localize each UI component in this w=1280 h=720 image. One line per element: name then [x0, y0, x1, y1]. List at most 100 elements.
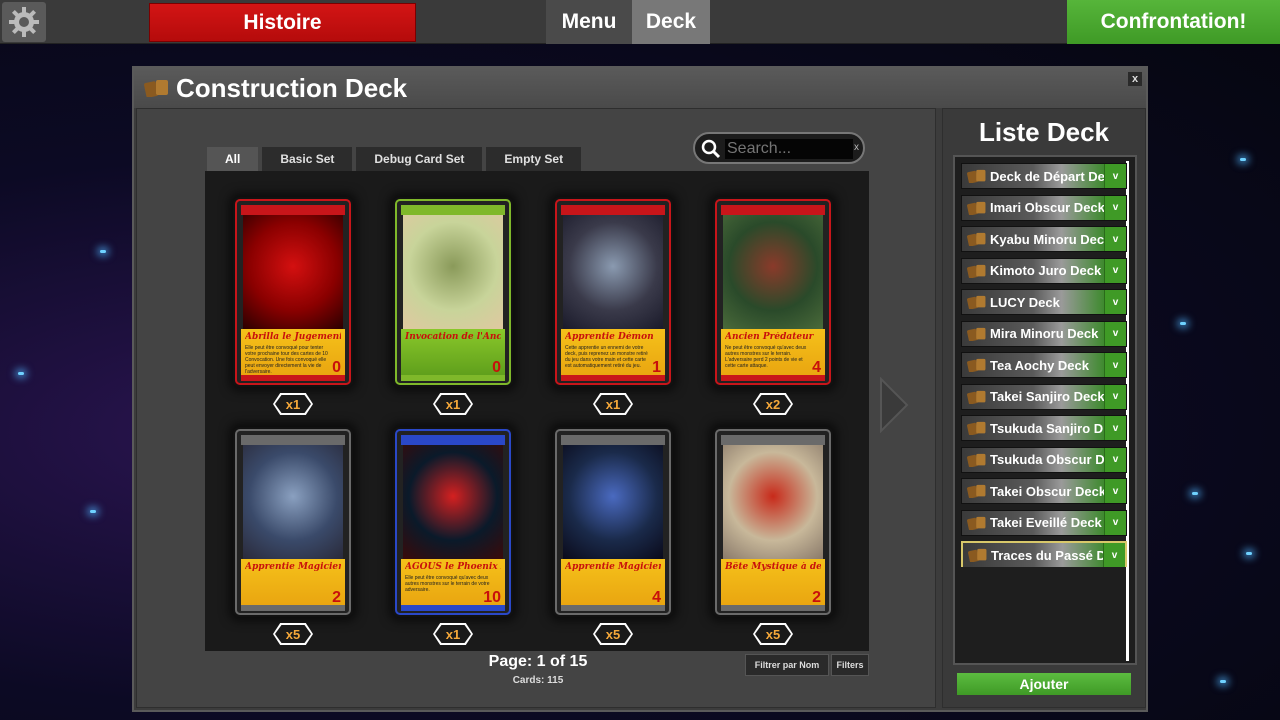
deck-list-item[interactable]: Tsukuda Obscur Dv [961, 446, 1127, 473]
card-art [563, 215, 663, 329]
deck-expand-button[interactable]: v [1104, 321, 1126, 346]
deck-list-item[interactable]: Kimoto Juro Deck v [961, 257, 1127, 284]
deck-list-item[interactable]: Takei Sanjiro Deck v [961, 383, 1127, 410]
card-art [243, 215, 343, 329]
deck-cards-icon [967, 484, 986, 498]
tab-basic-set[interactable]: Basic Set [262, 147, 353, 171]
deck-expand-button[interactable]: v [1104, 258, 1126, 283]
deck-name-text: Takei Sanjiro Deck [990, 389, 1104, 404]
deck-expand-button[interactable]: v [1103, 543, 1125, 567]
deck-name: Tsukuda Sanjiro D [962, 416, 1104, 440]
deck-list-title: Liste Deck [978, 117, 1110, 147]
deck-expand-button[interactable]: v [1104, 290, 1126, 314]
card-grid: Abrilla le Jugement Divin Elle peut être … [205, 171, 869, 651]
card-quantity-badge: x5 [753, 623, 793, 645]
close-button[interactable]: x [1128, 72, 1142, 86]
deck-list-item[interactable]: Mira Minoru Deck v [961, 320, 1127, 347]
card-quantity-label: x5 [275, 625, 311, 643]
deck-list-item[interactable]: Kyabu Minoru Deck v [961, 226, 1127, 252]
card[interactable]: Invocation de l'Ancien0 [393, 197, 513, 387]
card-quantity-badge: x1 [433, 623, 473, 645]
deck-name: Kyabu Minoru Deck [962, 227, 1104, 251]
card-quantity-label: x5 [755, 625, 791, 643]
deck-list: Deck de Départ Dev v Imari Obscur Deck v Kya… [953, 155, 1137, 665]
card[interactable]: Apprentie Magicien 2 [233, 427, 353, 617]
ajouter-button[interactable]: Ajouter [957, 673, 1131, 695]
deck-expand-button[interactable]: v [1104, 384, 1126, 409]
tab-empty-set[interactable]: Empty Set [486, 147, 582, 171]
deck-list-item[interactable]: LUCY Deck v [961, 289, 1127, 315]
deck-name-text: Takei Obscur Deck [990, 483, 1104, 499]
deck-name-text: Traces du Passé D [991, 547, 1105, 563]
filters-button[interactable]: Filters [831, 654, 869, 676]
card[interactable]: AGOUS le Phoenix Lumineux Elle peut être … [393, 427, 513, 617]
card-name: Bête Mystique à deux têtes [725, 562, 821, 572]
deck-name: Mira Minoru Deck [962, 321, 1104, 346]
deck-list-item[interactable]: Traces du Passé Dv [961, 541, 1127, 567]
card-frame: Bête Mystique à deux têtes2 [715, 429, 831, 615]
deck-list-item[interactable]: Tsukuda Sanjiro Dv [961, 415, 1127, 441]
deck-expand-button[interactable]: v [1104, 447, 1126, 472]
deck-list-item[interactable]: Takei Obscur Deck v [961, 478, 1127, 504]
deck-button[interactable]: Deck [632, 0, 710, 44]
gear-icon [9, 7, 39, 37]
card-frame: Apprentie Magicien 24 [555, 429, 671, 615]
card-description: Elle peut être convoqué qu'avec deux aut… [405, 575, 490, 593]
deck-name-text: Imari Obscur Deck [990, 200, 1104, 215]
card[interactable]: Apprentie Démon Cette apprentie un ennemi… [553, 197, 673, 387]
settings-button[interactable] [2, 2, 46, 42]
deck-list-item[interactable]: Imari Obscur Deck v [961, 194, 1127, 221]
card-frame: Abrilla le Jugement Divin Elle peut être … [235, 199, 351, 385]
histoire-button[interactable]: Histoire [149, 3, 416, 42]
deck-name-text: Takei Eveillé Deck [990, 515, 1102, 530]
deck-name: LUCY Deck [962, 290, 1104, 314]
card-quantity-badge: x1 [433, 393, 473, 415]
card[interactable]: Ancien Prédateur Ne peut être convoqué qu… [713, 197, 833, 387]
card-art [243, 445, 343, 559]
tab-all[interactable]: All [207, 147, 259, 171]
tab-debug-card-set[interactable]: Debug Card Set [356, 147, 483, 171]
search-clear-button[interactable]: x [854, 142, 859, 153]
card-top-band [401, 205, 505, 215]
deck-list-item[interactable]: Takei Eveillé Deck v [961, 509, 1127, 536]
card-text-box: Bête Mystique à deux têtes2 [721, 559, 825, 611]
deck-expand-button[interactable]: v [1104, 195, 1126, 220]
filter-by-name-button[interactable]: Filtrer par Nom [745, 654, 829, 676]
card[interactable]: Bête Mystique à deux têtes2 [713, 427, 833, 617]
card-browser-panel: All Basic Set Debug Card Set Empty Set x… [136, 108, 936, 708]
deck-name: Tea Aochy Deck [962, 353, 1104, 377]
card-quantity-label: x1 [435, 395, 471, 413]
card[interactable]: Apprentie Magicien 24 [553, 427, 673, 617]
deck-expand-button[interactable]: v [1104, 164, 1126, 188]
search-input[interactable] [725, 139, 853, 159]
search-icon [701, 139, 721, 159]
deck-name-text: Tsukuda Sanjiro D [990, 420, 1104, 436]
card-text-box: Invocation de l'Ancien0 [401, 329, 505, 381]
card-name: Invocation de l'Ancien [405, 332, 501, 342]
card-quantity-label: x5 [595, 625, 631, 643]
deck-cards-icon [967, 358, 986, 372]
card-art [723, 215, 823, 329]
card-frame: AGOUS le Phoenix Lumineux Elle peut être … [395, 429, 511, 615]
deck-expand-button[interactable]: v [1104, 227, 1126, 251]
deck-expand-button[interactable]: v [1104, 510, 1126, 535]
deck-name: Imari Obscur Deck [962, 195, 1104, 220]
card[interactable]: Abrilla le Jugement Divin Elle peut être … [233, 197, 353, 387]
deck-list-item[interactable]: Deck de Départ Dev v [961, 163, 1127, 189]
deck-list-panel: Liste Deck Deck de Départ Dev v Imari Obsc… [942, 108, 1146, 708]
confrontation-button[interactable]: Confrontation! [1067, 0, 1280, 44]
card-text-box: Apprentie Magicien 24 [561, 559, 665, 611]
deck-expand-button[interactable]: v [1104, 353, 1126, 377]
deck-expand-button[interactable]: v [1104, 416, 1126, 440]
next-arrow-icon[interactable] [879, 377, 909, 433]
card-quantity-label: x2 [755, 395, 791, 413]
card-text-box: Ancien Prédateur Ne peut être convoqué qu… [721, 329, 825, 381]
page-indicator: Page: 1 of 15 [488, 653, 588, 670]
card-quantity-badge: x2 [753, 393, 793, 415]
deck-name-text: Deck de Départ Dev [990, 168, 1104, 184]
deck-list-item[interactable]: Tea Aochy Deck v [961, 352, 1127, 378]
menu-button[interactable]: Menu [546, 0, 632, 44]
deck-cards-icon [967, 201, 986, 215]
deck-expand-button[interactable]: v [1104, 479, 1126, 503]
deck-cards-icon [967, 421, 986, 435]
